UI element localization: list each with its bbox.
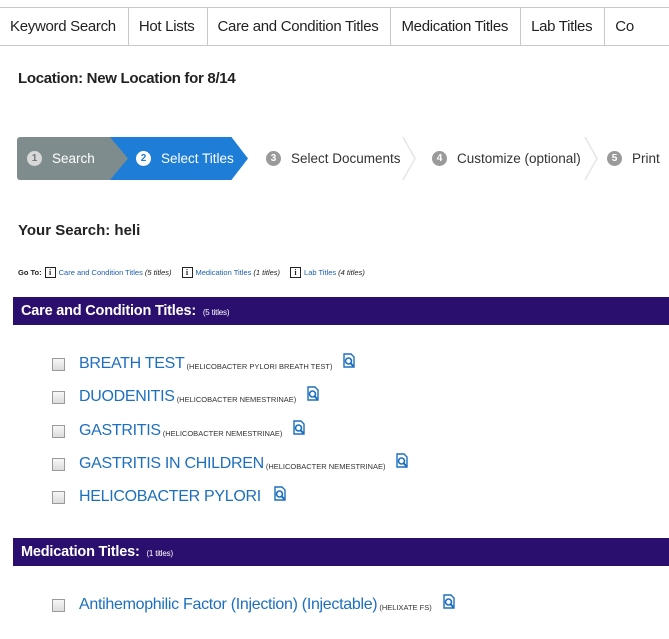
goto-link-medication[interactable]: Medication Titles — [196, 268, 252, 277]
step-label-search: Search — [52, 151, 95, 166]
title-link[interactable]: DUODENITIS — [79, 388, 175, 406]
info-icon[interactable]: i — [44, 267, 56, 278]
title-subtitle: (HELICOBACTER PYLORI BREATH TEST) — [186, 362, 333, 371]
wizard-step-print[interactable]: 5 Print — [607, 137, 660, 180]
wizard-step-select-titles[interactable]: 2 Select Titles — [110, 137, 248, 180]
title-subtitle: (HELICOBACTER NEMESTRINAE) — [265, 462, 386, 471]
chevron-separator-icon — [584, 137, 598, 180]
title-subtitle: (HELICOBACTER NEMESTRINAE) — [176, 395, 297, 404]
step-number-3: 3 — [266, 151, 281, 166]
goto-count: (1 titles) — [253, 268, 281, 277]
preview-magnifier-icon[interactable] — [393, 452, 411, 470]
step-number-1: 1 — [27, 151, 42, 166]
title-link[interactable]: GASTRITIS — [79, 422, 161, 440]
step-label-print: Print — [632, 151, 660, 166]
wizard-steps: 1 Search 2 Select Titles 3 Select Docume… — [0, 137, 669, 180]
preview-magnifier-icon[interactable] — [340, 352, 358, 370]
tab-truncated[interactable]: Co — [605, 8, 646, 45]
list-item: DUODENITIS (HELICOBACTER NEMESTRINAE) — [52, 385, 322, 407]
goto-count: (4 titles) — [338, 268, 365, 277]
chevron-separator-icon — [402, 137, 416, 180]
tab-care-condition-titles[interactable]: Care and Condition Titles — [208, 8, 392, 45]
select-checkbox[interactable] — [52, 598, 65, 612]
wizard-step-customize[interactable]: 4 Customize (optional) — [432, 137, 581, 180]
title-link[interactable]: HELICOBACTER PYLORI — [79, 488, 261, 506]
list-item: GASTRITIS IN CHILDREN (HELICOBACTER NEME… — [52, 452, 411, 474]
section-count: (5 titles) — [202, 308, 230, 317]
preview-magnifier-icon[interactable] — [290, 419, 308, 437]
top-tab-bar: Keyword Search Hot Lists Care and Condit… — [0, 7, 669, 46]
select-checkbox[interactable] — [52, 357, 65, 371]
list-item: HELICOBACTER PYLORI — [52, 485, 289, 507]
title-link[interactable]: BREATH TEST — [79, 355, 185, 373]
preview-magnifier-icon[interactable] — [440, 593, 458, 611]
step-label-select-documents: Select Documents — [291, 151, 401, 166]
list-item: BREATH TEST (HELICOBACTER PYLORI BREATH … — [52, 352, 358, 374]
select-checkbox[interactable] — [52, 390, 65, 404]
tab-keyword-search[interactable]: Keyword Search — [0, 8, 129, 45]
preview-magnifier-icon[interactable] — [271, 485, 289, 503]
your-search-heading: Your Search: heli — [18, 222, 141, 239]
location-heading: Location: New Location for 8/14 — [18, 70, 236, 87]
tab-hot-lists[interactable]: Hot Lists — [129, 8, 208, 45]
preview-magnifier-icon[interactable] — [304, 385, 322, 403]
step-label-select-titles: Select Titles — [161, 151, 234, 166]
wizard-step-select-documents[interactable]: 3 Select Documents — [266, 137, 401, 180]
list-item: GASTRITIS (HELICOBACTER NEMESTRINAE) — [52, 419, 308, 441]
info-icon[interactable]: i — [290, 267, 302, 278]
step-number-4: 4 — [432, 151, 447, 166]
title-subtitle: (HELICOBACTER NEMESTRINAE) — [162, 429, 283, 438]
goto-count: (5 titles) — [144, 268, 172, 277]
tab-lab-titles[interactable]: Lab Titles — [521, 8, 606, 45]
section-header-care-condition: Care and Condition Titles: (5 titles) — [13, 297, 669, 325]
step-number-5: 5 — [607, 151, 622, 166]
section-count: (1 titles) — [146, 549, 173, 558]
select-checkbox[interactable] — [52, 457, 65, 471]
goto-bar: Go To: i Care and Condition Titles (5 ti… — [18, 267, 375, 278]
title-link[interactable]: GASTRITIS IN CHILDREN — [79, 455, 264, 473]
section-header-medication: Medication Titles: (1 titles) — [13, 538, 669, 566]
step-number-2: 2 — [136, 151, 151, 166]
tab-medication-titles[interactable]: Medication Titles — [391, 8, 522, 45]
section-title: Medication Titles: — [21, 544, 140, 560]
goto-link-lab[interactable]: Lab Titles — [304, 268, 336, 277]
goto-label: Go To: — [18, 268, 42, 277]
list-item: Antihemophilic Factor (Injection) (Injec… — [52, 593, 458, 615]
title-subtitle: (HELIXATE FS) — [379, 603, 432, 612]
section-title: Care and Condition Titles: — [21, 303, 196, 319]
title-link[interactable]: Antihemophilic Factor (Injection) (Injec… — [79, 596, 378, 614]
info-icon[interactable]: i — [181, 267, 193, 278]
step-label-customize: Customize (optional) — [457, 151, 581, 166]
goto-link-care-condition[interactable]: Care and Condition Titles — [59, 268, 143, 277]
select-checkbox[interactable] — [52, 424, 65, 438]
select-checkbox[interactable] — [52, 490, 65, 504]
